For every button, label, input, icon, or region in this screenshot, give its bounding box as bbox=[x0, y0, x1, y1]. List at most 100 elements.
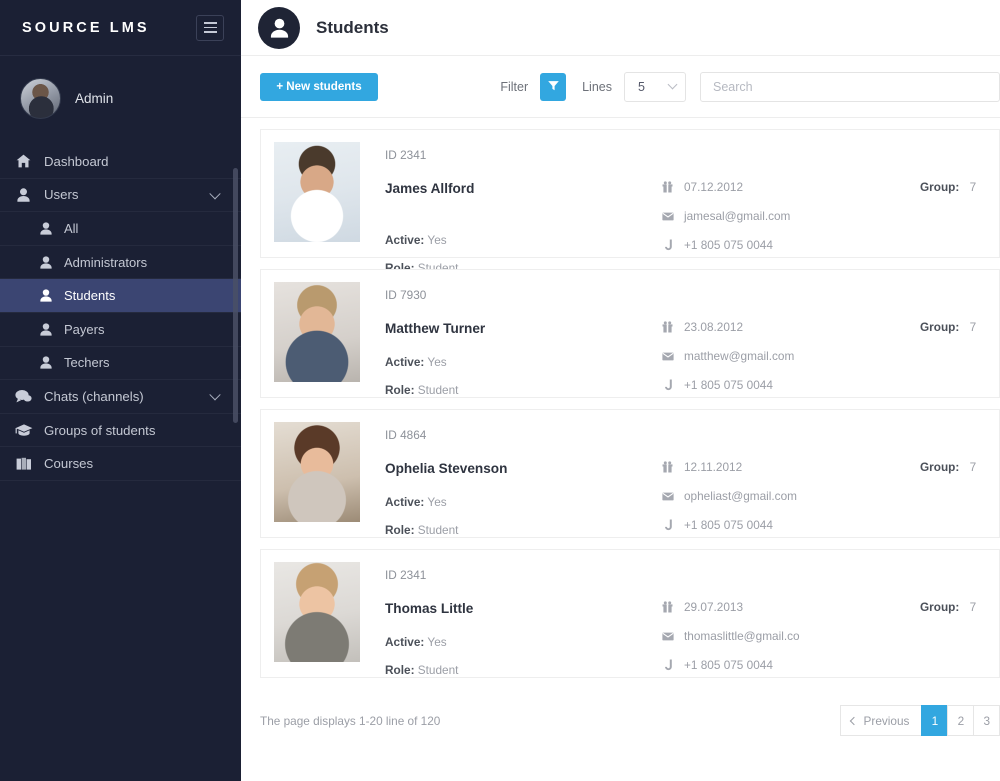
sidebar-item-techers[interactable]: Techers bbox=[0, 347, 241, 381]
students-list: ID 2341 James Allford Active: Yes Role: … bbox=[241, 118, 1000, 678]
sidebar-item-courses[interactable]: Courses bbox=[0, 447, 241, 481]
student-group: Group: 7 bbox=[920, 562, 976, 677]
sidebar-item-groups-of-students[interactable]: Groups of students bbox=[0, 414, 241, 448]
pagination-previous[interactable]: Previous bbox=[839, 705, 922, 736]
user-icon bbox=[38, 288, 54, 304]
student-group: Group: 7 bbox=[920, 422, 976, 537]
phone-icon bbox=[660, 659, 675, 671]
student-main: ID 2341 James Allford Active: Yes Role: … bbox=[385, 142, 660, 275]
pagination-page-2[interactable]: 2 bbox=[947, 705, 974, 736]
pagination-info: The page displays 1-20 line of 120 bbox=[260, 713, 441, 728]
sidebar-item-users[interactable]: Users bbox=[0, 179, 241, 213]
lines-select[interactable]: 5 bbox=[624, 71, 686, 102]
new-students-button[interactable]: + New students bbox=[260, 72, 378, 101]
sidebar-nav: Dashboard Users All Administrators Stude… bbox=[0, 145, 241, 481]
birthday-value: 07.12.2012 bbox=[684, 180, 744, 194]
phone-icon bbox=[660, 239, 675, 251]
user-icon bbox=[38, 355, 54, 371]
student-phone: +1 805 075 0044 bbox=[660, 238, 920, 252]
user-icon bbox=[38, 321, 54, 337]
lines-value: 5 bbox=[638, 79, 645, 94]
student-birthday: 23.08.2012 bbox=[660, 320, 920, 334]
student-id: ID 7930 bbox=[385, 288, 427, 302]
student-name: Matthew Turner bbox=[385, 321, 486, 336]
pagination-buttons: Previous 1 2 3 bbox=[839, 705, 1000, 736]
student-name: Ophelia Stevenson bbox=[385, 461, 508, 476]
user-icon bbox=[14, 187, 33, 203]
sidebar-scrollbar[interactable] bbox=[233, 168, 238, 423]
chevron-down-icon bbox=[209, 188, 221, 200]
birthday-value: 12.11.2012 bbox=[684, 460, 743, 474]
lines-label: Lines bbox=[582, 79, 612, 94]
student-id: ID 2341 bbox=[385, 148, 427, 162]
sidebar-item-payers[interactable]: Payers bbox=[0, 313, 241, 347]
chevron-left-icon bbox=[849, 716, 858, 725]
sidebar: SOURCE LMS Admin Dashboard Users All Adm… bbox=[0, 0, 241, 781]
sidebar-item-label: Students bbox=[64, 288, 116, 304]
student-contact: 12.11.2012 opheliast@gmail.com +1 805 07… bbox=[660, 422, 920, 537]
list-item[interactable]: ID 4864 Ophelia Stevenson Active: Yes Ro… bbox=[260, 409, 1000, 538]
gift-icon bbox=[660, 461, 675, 473]
sidebar-item-label: Payers bbox=[64, 321, 105, 337]
gift-icon bbox=[660, 601, 675, 613]
gift-icon bbox=[660, 321, 675, 333]
list-item[interactable]: ID 7930 Matthew Turner Active: Yes Role:… bbox=[260, 269, 1000, 398]
student-birthday: 07.12.2012 bbox=[660, 180, 920, 194]
active-value: Yes bbox=[427, 355, 447, 369]
group-value: 7 bbox=[969, 320, 977, 334]
sidebar-item-label: Groups of students bbox=[44, 422, 156, 438]
student-id: ID 4864 bbox=[385, 428, 427, 442]
group-label: Group: bbox=[920, 600, 960, 614]
student-birthday: 12.11.2012 bbox=[660, 460, 920, 474]
phone-value: +1 805 075 0044 bbox=[684, 518, 773, 532]
toolbar: + New students Filter Lines 5 bbox=[241, 56, 1000, 118]
brand-logo: SOURCE LMS bbox=[22, 19, 150, 36]
sidebar-item-chats[interactable]: Chats (channels) bbox=[0, 380, 241, 414]
student-phone: +1 805 075 0044 bbox=[660, 518, 920, 532]
funnel-icon bbox=[547, 79, 560, 95]
student-active: Active: Yes bbox=[385, 233, 660, 247]
envelope-icon bbox=[660, 352, 675, 361]
search-wrapper bbox=[700, 71, 1000, 102]
home-icon bbox=[14, 153, 33, 169]
sidebar-user[interactable]: Admin bbox=[0, 56, 241, 141]
group-label: Group: bbox=[920, 180, 960, 194]
pagination-page-1[interactable]: 1 bbox=[921, 705, 948, 736]
page-header: Students bbox=[241, 0, 1000, 56]
phone-value: +1 805 075 0044 bbox=[684, 378, 773, 392]
filter-button[interactable] bbox=[540, 72, 567, 101]
group-label: Group: bbox=[920, 460, 960, 474]
chevron-down-icon bbox=[209, 389, 221, 401]
birthday-value: 29.07.2013 bbox=[684, 600, 744, 614]
list-item[interactable]: ID 2341 James Allford Active: Yes Role: … bbox=[260, 129, 1000, 275]
student-name: James Allford bbox=[385, 181, 475, 196]
student-email: thomaslittle@gmail.co bbox=[660, 629, 920, 643]
group-label: Group: bbox=[920, 320, 960, 334]
sidebar-item-students[interactable]: Students bbox=[0, 279, 241, 313]
sidebar-item-all[interactable]: All bbox=[0, 212, 241, 246]
email-value: opheliast@gmail.com bbox=[684, 489, 797, 503]
student-phone: +1 805 075 0044 bbox=[660, 658, 920, 672]
active-value: Yes bbox=[427, 233, 447, 247]
active-value: Yes bbox=[427, 495, 447, 509]
email-value: jamesal@gmail.com bbox=[684, 209, 791, 223]
pagination-page-3[interactable]: 3 bbox=[973, 705, 1000, 736]
student-role: Role: Student bbox=[385, 663, 660, 677]
envelope-icon bbox=[660, 492, 675, 501]
active-label: Active: bbox=[385, 355, 425, 369]
student-active: Active: Yes bbox=[385, 355, 660, 369]
student-contact: 29.07.2013 thomaslittle@gmail.co +1 805 … bbox=[660, 562, 920, 677]
hamburger-icon[interactable] bbox=[196, 14, 224, 41]
sidebar-item-dashboard[interactable]: Dashboard bbox=[0, 145, 241, 179]
sidebar-item-label: Courses bbox=[44, 456, 94, 472]
sidebar-item-administrators[interactable]: Administrators bbox=[0, 246, 241, 280]
app-root: SOURCE LMS Admin Dashboard Users All Adm… bbox=[0, 0, 1000, 781]
sidebar-item-label: All bbox=[64, 220, 79, 236]
student-birthday: 29.07.2013 bbox=[660, 600, 920, 614]
list-item[interactable]: ID 2341 Thomas Little Active: Yes Role: … bbox=[260, 549, 1000, 678]
search-input[interactable] bbox=[700, 71, 1000, 102]
student-email: matthew@gmail.com bbox=[660, 349, 920, 363]
phone-value: +1 805 075 0044 bbox=[684, 658, 773, 672]
chevron-down-icon bbox=[667, 79, 678, 90]
role-value: Student bbox=[417, 523, 459, 537]
